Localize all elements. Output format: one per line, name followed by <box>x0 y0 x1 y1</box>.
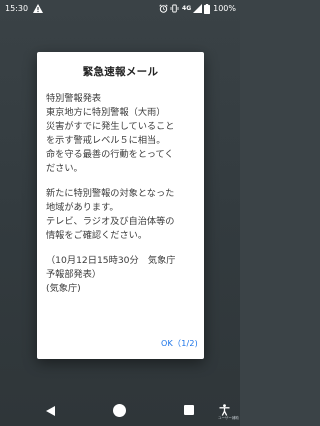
status-bar: 15:30 4G 100% <box>0 0 240 17</box>
alert-paragraph: 特別警報発表 東京地方に特別警報（大雨） 災害がすでに発生していること を示す警… <box>46 93 175 174</box>
vibrate-icon <box>170 4 179 13</box>
back-icon[interactable] <box>46 406 55 416</box>
alert-paragraph: 新たに特別警報の対象となった 地域があります。 テレビ、ラジオ及び自治体等の 情… <box>46 188 175 241</box>
battery-percent: 100% <box>213 4 236 13</box>
signal-icon <box>193 4 203 13</box>
network-type: 4G <box>182 5 192 12</box>
emergency-alert-dialog: 緊急速報メール 特別警報発表 東京地方に特別警報（大雨） 災害がすでに発生してい… <box>37 52 204 359</box>
battery-icon <box>204 3 211 14</box>
navigation-bar: ユーザー補助 <box>0 396 240 426</box>
alert-paragraph: （10月12日15時30分 気象庁 予報部発表） (気象庁) <box>46 255 176 294</box>
ok-button[interactable]: OK（1/2) <box>161 338 198 349</box>
accessibility-icon[interactable] <box>219 404 230 416</box>
recents-icon[interactable] <box>184 405 194 415</box>
status-icons: 4G 100% <box>159 0 236 17</box>
dialog-title: 緊急速報メール <box>82 66 159 78</box>
alarm-icon <box>159 4 168 13</box>
home-icon[interactable] <box>113 404 126 417</box>
dialog-message: 特別警報発表 東京地方に特別警報（大雨） 災害がすでに発生していること を示す警… <box>46 92 198 296</box>
accessibility-label: ユーザー補助 <box>218 416 239 420</box>
warning-icon <box>33 4 43 13</box>
status-time: 15:30 <box>5 4 29 13</box>
